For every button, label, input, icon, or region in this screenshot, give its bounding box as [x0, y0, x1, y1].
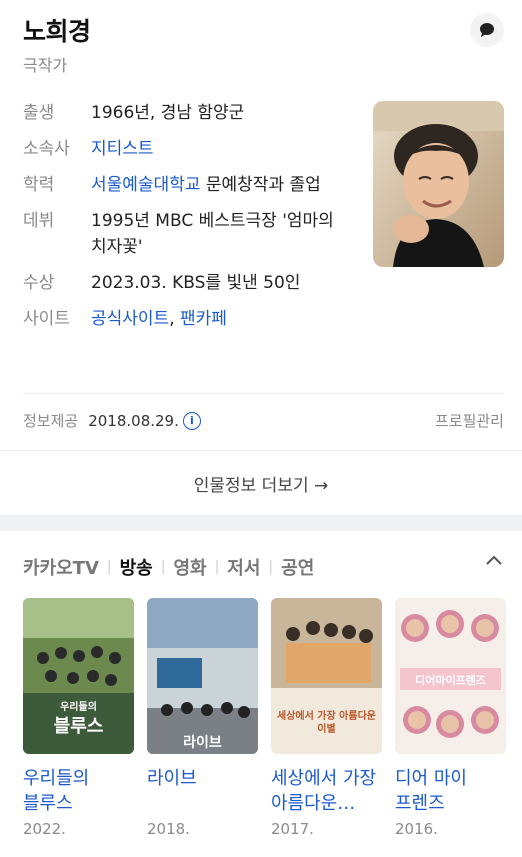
chat-button[interactable]	[470, 13, 504, 47]
tab-broadcast[interactable]: 방송	[120, 554, 153, 580]
work-title[interactable]: 라이브	[147, 766, 258, 816]
education-detail: 문예창작과 졸업	[200, 175, 321, 195]
debut-value: 1995년 MBC 베스트극장 '엄마의 치자꽃'	[91, 211, 334, 257]
info-row-birth: 출생 1966년, 경남 함양군	[23, 100, 353, 126]
divider	[23, 393, 504, 394]
official-site-link[interactable]: 공식사이트	[91, 309, 169, 329]
tab-separator: |	[160, 559, 166, 575]
info-row-education: 학력 서울예술대학교 문예창작과 졸업	[23, 172, 353, 198]
person-name: 노희경	[23, 17, 91, 46]
poster-title: 블루스	[53, 716, 104, 737]
agency-label: 소속사	[23, 139, 70, 159]
profile-manage-link[interactable]: 프로필관리	[435, 410, 504, 431]
source-date: 2018.08.29.	[88, 411, 179, 430]
info-row-debut: 데뷔 1995년 MBC 베스트극장 '엄마의 치자꽃'	[23, 208, 353, 260]
info-row-agency: 소속사 지티스트	[23, 136, 353, 162]
award-label: 수상	[23, 273, 55, 293]
site-separator: ,	[169, 309, 181, 329]
works-list: 우리들의 블루스 우리들의 블루스 2022. 라이브 라이브 2018. 세상…	[23, 598, 519, 838]
work-title[interactable]: 세상에서 가장 아름다운…	[271, 766, 382, 816]
fan-cafe-link[interactable]: 팬카페	[180, 309, 227, 329]
info-row-site: 사이트 공식사이트, 팬카페	[23, 306, 353, 332]
work-card[interactable]: 우리들의 블루스 우리들의 블루스 2022.	[23, 598, 134, 838]
tab-performance[interactable]: 공연	[281, 554, 314, 580]
birth-value: 1966년, 경남 함양군	[91, 103, 245, 123]
agency-link[interactable]: 지티스트	[91, 139, 154, 159]
person-job: 극작가	[23, 56, 68, 75]
divider	[0, 450, 522, 451]
work-card[interactable]: 라이브 라이브 2018.	[147, 598, 258, 838]
work-year: 2018.	[147, 820, 190, 838]
info-row-award: 수상 2023.03. KBS를 빛낸 50인	[23, 270, 353, 296]
section-separator	[0, 515, 522, 531]
poster-title: 디어마이프렌즈	[415, 674, 486, 687]
work-year: 2022.	[23, 820, 66, 838]
source-label: 정보제공	[23, 412, 79, 430]
education-link[interactable]: 서울예술대학교	[91, 175, 200, 195]
tab-separator: |	[214, 559, 220, 575]
profile-photo[interactable]	[373, 101, 504, 267]
poster-image[interactable]: 라이브	[147, 598, 258, 754]
speech-bubble-icon	[480, 23, 494, 37]
tab-book[interactable]: 저서	[227, 554, 260, 580]
birth-label: 출생	[23, 103, 55, 123]
work-year: 2017.	[271, 820, 314, 838]
tab-separator: |	[106, 559, 112, 575]
debut-label: 데뷔	[23, 211, 55, 231]
work-card[interactable]: 디어마이프렌즈 디어 마이 프렌즈 2016.	[395, 598, 506, 838]
info-icon[interactable]: i	[182, 411, 201, 430]
poster-image[interactable]: 우리들의 블루스	[23, 598, 134, 754]
site-label: 사이트	[23, 309, 70, 329]
tab-kakaotv[interactable]: 카카오TV	[23, 554, 99, 580]
tab-separator: |	[268, 559, 274, 575]
poster-title: 세상에서 가장 아름다운 이별	[277, 711, 376, 735]
work-title[interactable]: 디어 마이 프렌즈	[395, 766, 506, 816]
tab-movie[interactable]: 영화	[173, 554, 206, 580]
award-value: 2023.03. KBS를 빛낸 50인	[91, 273, 301, 293]
profile-info: 출생 1966년, 경남 함양군 소속사 지티스트 학력 서울예술대학교 문예창…	[23, 100, 353, 342]
source-info: 정보제공 2018.08.29. i	[23, 410, 201, 431]
poster-image[interactable]: 세상에서 가장 아름다운 이별	[271, 598, 382, 754]
work-year: 2016.	[395, 820, 438, 838]
chevron-up-icon[interactable]	[482, 549, 506, 573]
poster-subtitle: 우리들의	[60, 702, 97, 713]
portrait-image	[373, 101, 504, 267]
work-title[interactable]: 우리들의 블루스	[23, 766, 134, 816]
works-tabs: 카카오TV | 방송 | 영화 | 저서 | 공연	[23, 554, 314, 580]
poster-title: 라이브	[183, 735, 222, 751]
more-profile-link[interactable]: 인물정보 더보기 →	[0, 471, 522, 496]
education-label: 학력	[23, 175, 55, 195]
work-card[interactable]: 세상에서 가장 아름다운 이별 세상에서 가장 아름다운… 2017.	[271, 598, 382, 838]
poster-image[interactable]: 디어마이프렌즈	[395, 598, 506, 754]
